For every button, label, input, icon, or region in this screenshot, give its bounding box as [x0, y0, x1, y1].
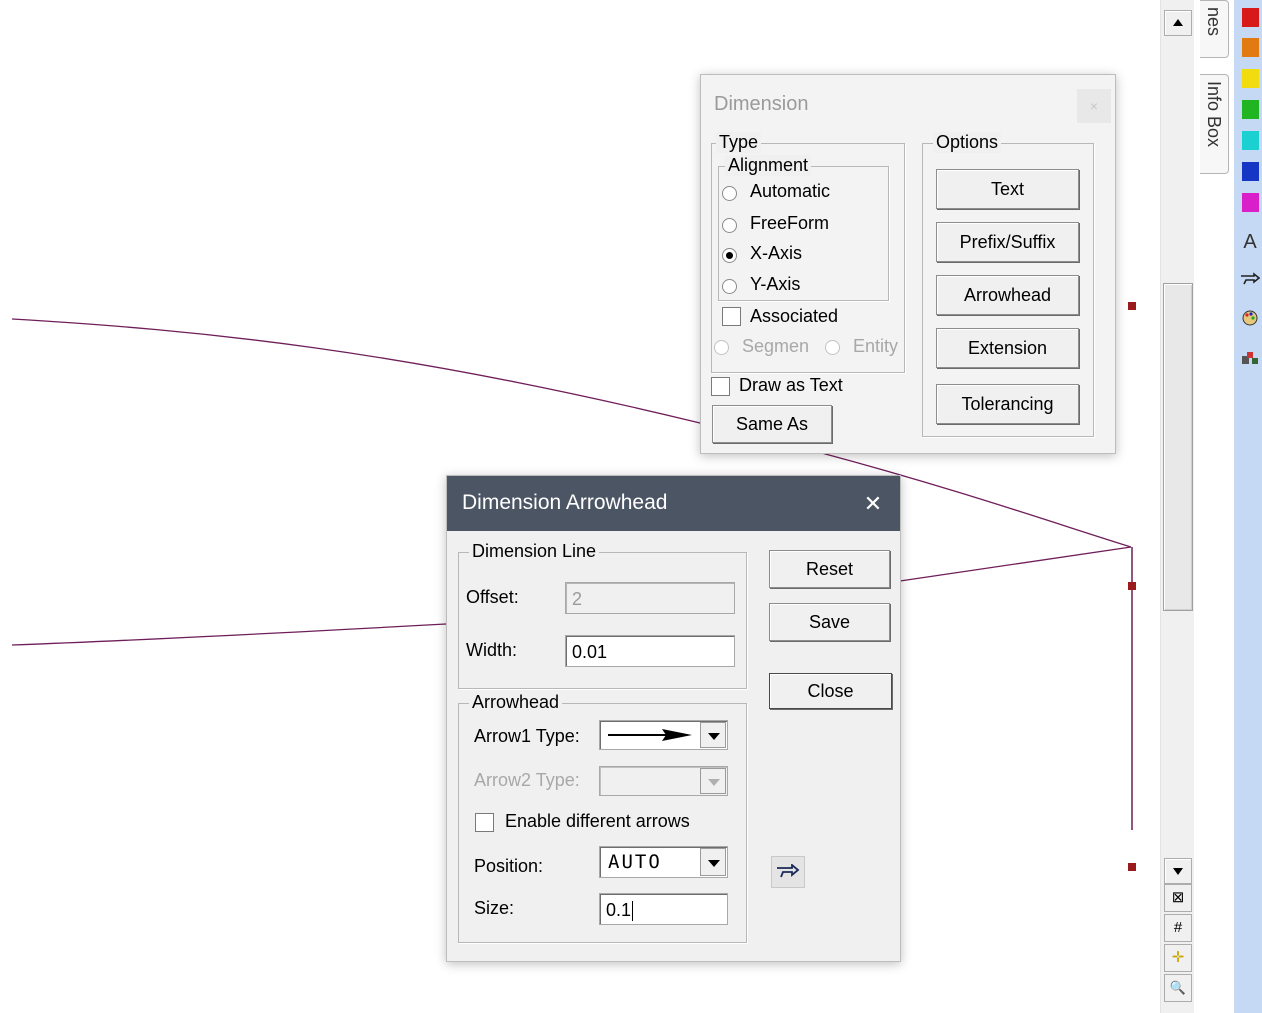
arrowhead-dialog-close-button[interactable]: ✕: [854, 485, 892, 523]
dimension-dialog-close-button[interactable]: ×: [1077, 89, 1111, 123]
grip-point: [1128, 863, 1136, 871]
palette-icon[interactable]: [1239, 309, 1261, 331]
options-group-title: Options: [933, 132, 1002, 153]
position-value: AUTO: [608, 851, 662, 873]
arrowhead-group-title: Arrowhead: [469, 692, 563, 713]
chevron-down-icon: [708, 733, 720, 740]
color-swatch-blue[interactable]: [1242, 162, 1259, 181]
radio-selected-dot: [726, 252, 733, 259]
dimension-line-group: Dimension Line: [458, 541, 747, 689]
offset-label: Offset:: [466, 587, 519, 607]
color-palette: A: [1234, 0, 1262, 1013]
pick-icon[interactable]: [771, 856, 805, 888]
side-tab-strip: nes Info Box: [1194, 0, 1234, 1013]
close-button[interactable]: Close: [769, 673, 892, 709]
size-label: Size:: [474, 898, 515, 918]
grip-point: [1128, 582, 1136, 590]
layers-icon[interactable]: [1239, 350, 1261, 372]
reset-button[interactable]: Reset: [769, 550, 890, 588]
position-dropdown-button[interactable]: [700, 848, 726, 876]
offset-field[interactable]: 2: [565, 582, 735, 614]
color-swatch-yellow[interactable]: [1242, 69, 1259, 88]
zoom-box-icon[interactable]: ⊠: [1164, 884, 1192, 912]
snap-cross-icon[interactable]: ✛: [1164, 944, 1192, 972]
scroll-thumb[interactable]: [1163, 283, 1193, 611]
color-swatch-green[interactable]: [1242, 100, 1259, 119]
arrow2-dropdown-button[interactable]: [700, 768, 726, 794]
dimension-dialog: Dimension × Type Alignment Automatic Fre…: [700, 74, 1116, 454]
text-caret: [632, 901, 634, 922]
radio-x-axis[interactable]: [722, 248, 737, 263]
radio-freeform-label: FreeForm: [750, 213, 830, 233]
color-swatch-cyan[interactable]: [1242, 131, 1259, 150]
curve-right: [899, 546, 1132, 582]
arrow1-type-label: Arrow1 Type:: [474, 726, 580, 746]
size-field[interactable]: 0.1: [599, 893, 728, 925]
grid-icon[interactable]: #: [1164, 914, 1192, 942]
tab-info-box-label: Info Box: [1204, 81, 1224, 148]
dimension-arrowhead-dialog: Dimension Arrowhead ✕ Dimension Line Off…: [446, 475, 901, 962]
radio-entity[interactable]: [825, 340, 840, 355]
width-field[interactable]: 0.01: [565, 635, 735, 667]
enable-different-arrows-label: Enable different arrows: [505, 811, 690, 831]
radio-automatic[interactable]: [722, 186, 737, 201]
same-as-button[interactable]: Same As: [712, 405, 832, 443]
prefix-suffix-button[interactable]: Prefix/Suffix: [936, 222, 1079, 262]
text-button[interactable]: Text: [936, 169, 1079, 209]
close-icon: ×: [1089, 98, 1099, 114]
color-swatch-orange[interactable]: [1242, 38, 1259, 57]
scroll-down-button[interactable]: [1164, 858, 1192, 884]
radio-entity-label: Entity: [853, 336, 899, 356]
color-swatch-red[interactable]: [1242, 8, 1259, 27]
width-label: Width:: [466, 640, 518, 660]
pointer-hand-icon[interactable]: [1239, 270, 1261, 292]
arrow2-type-select[interactable]: [599, 766, 728, 796]
radio-x-axis-label: X-Axis: [750, 243, 803, 263]
draw-as-text-label: Draw as Text: [739, 375, 843, 395]
tab-lines-label: nes: [1204, 7, 1224, 37]
extension-button[interactable]: Extension: [936, 328, 1079, 368]
alignment-group-title: Alignment: [725, 155, 812, 176]
arrowhead-dialog-titlebar[interactable]: Dimension Arrowhead ✕: [447, 476, 900, 531]
tab-lines[interactable]: nes: [1200, 0, 1229, 58]
pointer-hand-icon: [777, 864, 800, 878]
text-a-icon[interactable]: A: [1239, 231, 1261, 253]
arrow-style-icon: [608, 729, 692, 741]
radio-segment-label: Segmen: [742, 336, 810, 356]
chevron-down-icon: [708, 860, 720, 867]
arrowhead-dialog-title: Dimension Arrowhead: [462, 491, 668, 514]
position-label: Position:: [474, 856, 544, 876]
save-button[interactable]: Save: [769, 603, 890, 641]
arrow2-type-label: Arrow2 Type:: [474, 770, 580, 790]
dimension-line-group-title: Dimension Line: [469, 541, 600, 562]
type-group-title: Type: [716, 132, 762, 153]
arrow1-type-select[interactable]: [599, 720, 728, 750]
enable-different-arrows-checkbox[interactable]: [475, 813, 494, 832]
chevron-down-icon: [708, 779, 720, 786]
draw-as-text-checkbox[interactable]: [711, 377, 730, 396]
radio-segment[interactable]: [714, 340, 729, 355]
position-select[interactable]: AUTO: [599, 846, 728, 878]
arrowhead-button[interactable]: Arrowhead: [936, 275, 1079, 315]
radio-freeform[interactable]: [722, 218, 737, 233]
grip-point: [1128, 302, 1136, 310]
scroll-up-button[interactable]: [1164, 10, 1192, 36]
scroll-down-icon: [1173, 868, 1183, 875]
zoom-icon[interactable]: 🔍: [1164, 974, 1192, 1002]
close-icon: ✕: [863, 491, 883, 516]
arrow1-dropdown-button[interactable]: [700, 722, 726, 748]
vertical-scrollbar[interactable]: ⊠ # ✛ 🔍: [1160, 0, 1195, 1013]
tolerancing-button[interactable]: Tolerancing: [936, 384, 1079, 424]
radio-y-axis-label: Y-Axis: [750, 274, 801, 294]
tab-info-box[interactable]: Info Box: [1200, 74, 1229, 174]
scroll-up-icon: [1173, 19, 1183, 26]
associated-checkbox[interactable]: [722, 307, 741, 326]
curve-lower: [11, 623, 447, 646]
associated-label: Associated: [750, 306, 839, 326]
radio-automatic-label: Automatic: [750, 181, 831, 201]
dimension-dialog-title: Dimension: [714, 93, 809, 115]
color-swatch-magenta[interactable]: [1242, 193, 1259, 212]
radio-y-axis[interactable]: [722, 279, 737, 294]
